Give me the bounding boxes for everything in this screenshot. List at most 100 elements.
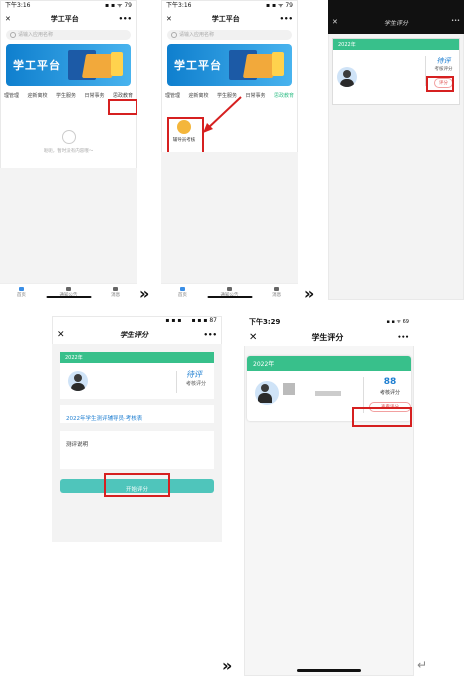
avatar	[255, 381, 279, 405]
highlight-box	[108, 99, 137, 115]
arrow-right-icon: »	[304, 284, 314, 303]
blurred-info	[315, 391, 341, 396]
status-bar: ▪ ▪ ▪ ▪ ▪ ▪ 87	[52, 316, 222, 326]
title-bar: ✕ 学工平台 •••	[161, 12, 298, 26]
form-title: 2022年学生测评辅导员·考核表	[66, 416, 143, 422]
nav-home[interactable]: 首页	[16, 286, 26, 298]
home-indicator	[297, 669, 361, 672]
score-sub: 考核评分	[434, 67, 453, 72]
highlight-box	[104, 473, 170, 497]
banner: 学工平台	[167, 44, 292, 86]
search-placeholder: 请输入应用名称	[18, 32, 54, 38]
screen-5: 下午3:29 ▪ ▪ ᯤ 69 ✕ 学生评分 ••• 2022年 88 考核评分…	[244, 316, 414, 676]
close-icon[interactable]: ✕	[5, 15, 11, 23]
category-tabs: 理管理 迎新离校 学生服务 日常事务 思政教育	[0, 92, 137, 99]
screen-1: 下午3:16 ▪ ▪ ᯤ 79 ✕ 学工平台 ••• 请输入应用名称 学工平台 …	[0, 0, 137, 300]
close-icon[interactable]: ✕	[166, 15, 172, 23]
tab-ideology[interactable]: 思政教育	[113, 92, 133, 99]
home-icon	[18, 286, 24, 291]
notice-icon	[226, 286, 232, 291]
search-input[interactable]: 请输入应用名称	[167, 30, 292, 40]
tab-item[interactable]: 日常事务	[84, 92, 104, 99]
status-time: 下午3:29	[249, 318, 281, 326]
page-title: 学生评分	[120, 331, 149, 339]
arrow-right-icon: »	[222, 656, 232, 675]
avatar	[68, 371, 88, 391]
highlight-box	[426, 76, 454, 92]
nav-label: 首页	[177, 292, 187, 298]
tab-ideology[interactable]: 思政教育	[274, 92, 294, 99]
nav-label: 首页	[16, 292, 26, 298]
search-icon	[171, 32, 177, 38]
screen-2: 下午3:16 ▪ ▪ ᯤ 79 ✕ 学工平台 ••• 请输入应用名称 学工平台 …	[161, 0, 298, 300]
score-label: 待评	[436, 57, 451, 65]
tab-item[interactable]: 理管理	[4, 92, 19, 99]
screen-4: ▪ ▪ ▪ ▪ ▪ ▪ 87 ✕ 学生评分 ••• 2022年 待评 考核评分 …	[52, 316, 222, 542]
return-icon: ↵	[417, 658, 428, 672]
status-icons: ▪ ▪ ▪	[165, 317, 182, 324]
dark-header: ✕ 学生评分 •••	[328, 0, 464, 34]
description: 测评说明	[60, 431, 214, 449]
banner-illustration	[272, 52, 284, 76]
nav-label: 消息	[272, 292, 282, 298]
more-icon[interactable]: •••	[280, 15, 293, 23]
more-icon[interactable]: •••	[119, 15, 132, 23]
tab-item[interactable]: 日常事务	[245, 92, 265, 99]
highlight-box	[352, 407, 412, 427]
nav-message[interactable]: 消息	[111, 286, 120, 298]
tab-item[interactable]: 学生服务	[56, 92, 76, 99]
year-bar: 2022年	[333, 39, 459, 50]
message-icon	[274, 286, 280, 291]
page-title: 学生评分	[311, 332, 344, 342]
nav-home[interactable]: 首页	[177, 286, 187, 298]
status-icons: ▪ ▪ ᯤ 69	[386, 319, 409, 325]
search-icon	[10, 32, 16, 38]
home-indicator	[207, 296, 252, 298]
notice-icon	[65, 286, 71, 291]
page-title: 学工平台	[50, 15, 79, 23]
banner-illustration	[111, 52, 123, 76]
description-title: 测评说明	[66, 442, 89, 448]
score-card: 待评 考核评分	[60, 363, 214, 399]
status-bar: 下午3:16 ▪ ▪ ᯤ 79	[0, 0, 137, 12]
more-icon[interactable]: •••	[397, 334, 409, 341]
red-arrow	[203, 96, 242, 133]
close-icon[interactable]: ✕	[57, 330, 65, 340]
banner: 学工平台	[6, 44, 131, 86]
score-label: 待评	[186, 370, 202, 379]
banner-title: 学工平台	[174, 59, 222, 72]
avatar	[337, 67, 357, 87]
status-bar: 下午3:16 ▪ ▪ ᯤ 79	[161, 0, 298, 12]
score-card: 2022年 待评 考核评分 评分	[332, 38, 460, 105]
search-input[interactable]: 请输入应用名称	[6, 30, 131, 40]
nav-message[interactable]: 消息	[272, 286, 282, 298]
form-item[interactable]: 2022年学生测评辅导员·考核表	[60, 405, 214, 423]
title-bar: ✕ 学生评分 •••	[244, 328, 414, 346]
banner-title: 学工平台	[13, 59, 61, 72]
content-area	[0, 168, 137, 284]
score-sub: 考核评分	[186, 381, 207, 387]
year-bar: 2022年	[247, 356, 411, 371]
search-placeholder: 请输入应用名称	[179, 32, 215, 38]
description-body	[60, 449, 214, 469]
status-time: 下午3:16	[166, 2, 192, 9]
highlight-box	[167, 117, 204, 155]
status-icons: ▪ ▪ ᯤ 79	[105, 2, 132, 9]
empty-face-icon	[61, 130, 76, 144]
year-bar: 2022年	[60, 352, 214, 363]
more-icon[interactable]: •••	[451, 18, 460, 24]
tab-item[interactable]: 理管理	[165, 92, 180, 99]
page-title: 学工平台	[211, 15, 240, 23]
status-icons: ▪ ▪ ▪ 87	[191, 317, 217, 324]
screen-3: ✕ 学生评分 ••• 2022年 待评 考核评分 评分	[328, 0, 464, 300]
status-icons: ▪ ▪ ᯤ 79	[266, 2, 293, 9]
score-sub: 考核评分	[379, 390, 400, 396]
title-bar: ✕ 学工平台 •••	[0, 12, 137, 26]
tab-item[interactable]: 迎新离校	[27, 92, 47, 99]
close-icon[interactable]: ✕	[249, 332, 257, 343]
more-icon[interactable]: •••	[204, 331, 217, 339]
content-area	[161, 152, 298, 284]
home-indicator	[46, 296, 91, 298]
arrow-right-icon: »	[139, 284, 149, 303]
status-time: 下午3:16	[5, 2, 31, 9]
